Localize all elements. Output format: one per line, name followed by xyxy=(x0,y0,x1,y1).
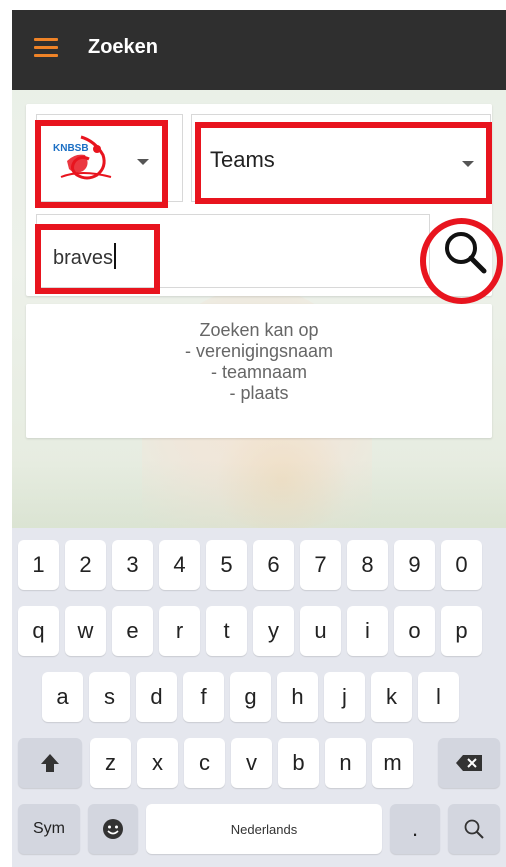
key-r[interactable]: r xyxy=(159,606,200,656)
hint-line: - verenigingsnaam xyxy=(184,341,334,361)
key-6[interactable]: 6 xyxy=(253,540,294,590)
key-5[interactable]: 5 xyxy=(206,540,247,590)
key-9[interactable]: 9 xyxy=(394,540,435,590)
onscreen-keyboard: 1 2 3 4 5 6 7 8 9 0 q w e r t y u i o p a s d f g h j k l z x c v b n m Sym N… xyxy=(12,528,506,867)
hint-line: Zoeken kan op xyxy=(199,320,319,340)
key-y[interactable]: y xyxy=(253,606,294,656)
key-k[interactable]: k xyxy=(371,672,412,722)
key-f[interactable]: f xyxy=(183,672,224,722)
app-bar: Zoeken xyxy=(12,10,506,90)
key-u[interactable]: u xyxy=(300,606,341,656)
key-x[interactable]: x xyxy=(137,738,178,788)
page-title: Zoeken xyxy=(88,36,159,58)
search-hint-card: Zoeken kan op - verenigingsnaam - teamna… xyxy=(26,304,492,438)
hamburger-menu-icon[interactable] xyxy=(34,38,58,58)
key-4[interactable]: 4 xyxy=(159,540,200,590)
key-d[interactable]: d xyxy=(136,672,177,722)
key-n[interactable]: n xyxy=(325,738,366,788)
key-j[interactable]: j xyxy=(324,672,365,722)
app-screen: Zoeken KNBSB Teams braves Zoeken kan op … xyxy=(12,10,506,867)
key-h[interactable]: h xyxy=(277,672,318,722)
key-w[interactable]: w xyxy=(65,606,106,656)
key-t[interactable]: t xyxy=(206,606,247,656)
key-c[interactable]: c xyxy=(184,738,225,788)
search-key[interactable] xyxy=(448,804,500,854)
emoji-key[interactable] xyxy=(88,804,138,854)
key-s[interactable]: s xyxy=(89,672,130,722)
key-l[interactable]: l xyxy=(418,672,459,722)
key-v[interactable]: v xyxy=(231,738,272,788)
key-8[interactable]: 8 xyxy=(347,540,388,590)
hint-line: - plaats xyxy=(229,383,289,403)
highlight-search-input xyxy=(35,224,160,294)
key-3[interactable]: 3 xyxy=(112,540,153,590)
search-icon xyxy=(464,819,484,839)
key-2[interactable]: 2 xyxy=(65,540,106,590)
highlight-type-select xyxy=(195,122,492,204)
highlight-search-button xyxy=(420,218,503,304)
hint-line: - teamnaam xyxy=(210,362,308,382)
period-key[interactable]: . xyxy=(390,804,440,854)
emoji-icon xyxy=(103,819,123,839)
key-q[interactable]: q xyxy=(18,606,59,656)
key-b[interactable]: b xyxy=(278,738,319,788)
key-z[interactable]: z xyxy=(90,738,131,788)
sym-key[interactable]: Sym xyxy=(18,804,80,854)
backspace-key[interactable] xyxy=(438,738,500,788)
key-o[interactable]: o xyxy=(394,606,435,656)
key-a[interactable]: a xyxy=(42,672,83,722)
shift-arrow-icon xyxy=(41,754,59,772)
space-key[interactable]: Nederlands xyxy=(146,804,382,854)
shift-key[interactable] xyxy=(18,738,82,788)
key-0[interactable]: 0 xyxy=(441,540,482,590)
key-e[interactable]: e xyxy=(112,606,153,656)
key-7[interactable]: 7 xyxy=(300,540,341,590)
backspace-icon xyxy=(456,755,482,771)
key-m[interactable]: m xyxy=(372,738,413,788)
key-g[interactable]: g xyxy=(230,672,271,722)
key-1[interactable]: 1 xyxy=(18,540,59,590)
key-i[interactable]: i xyxy=(347,606,388,656)
key-p[interactable]: p xyxy=(441,606,482,656)
highlight-federation-select xyxy=(35,120,168,208)
